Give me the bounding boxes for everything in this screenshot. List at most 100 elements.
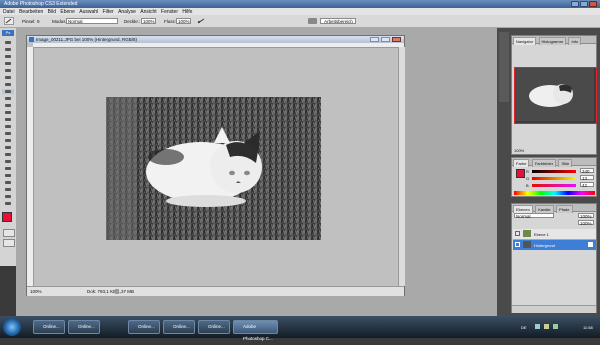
tab-info[interactable]: Info <box>568 37 582 45</box>
notes-tool-icon[interactable] <box>2 180 14 185</box>
layers-panel: Ebenen Kanäle Pfade Normal 100% 100% Ebe… <box>511 203 597 313</box>
brush-tool-icon[interactable] <box>2 89 14 94</box>
navigator-thumbnail[interactable] <box>514 67 597 124</box>
channel-r-slider[interactable] <box>532 170 576 173</box>
path-selection-tool-icon[interactable] <box>2 152 14 157</box>
taskbar-item[interactable]: Online... <box>163 320 195 334</box>
airbrush-icon[interactable] <box>197 18 205 24</box>
close-button[interactable] <box>589 1 597 7</box>
slice-tool-icon[interactable] <box>2 75 14 80</box>
document-zoom[interactable]: 100% <box>30 289 42 294</box>
title-bar: Adobe Photoshop CS3 Extended <box>0 0 600 8</box>
lock-icon <box>588 242 593 247</box>
foreground-color-swatch[interactable] <box>2 212 12 222</box>
doc-maximize-button[interactable] <box>381 37 390 42</box>
layer-visibility-icon[interactable] <box>515 242 520 247</box>
3d-rotate-tool-icon[interactable] <box>2 166 14 171</box>
start-button[interactable] <box>3 318 21 336</box>
fluss-field[interactable]: 100% <box>176 18 191 24</box>
3d-orbit-tool-icon[interactable] <box>2 173 14 178</box>
toolbox: Ps <box>0 28 17 266</box>
tab-navigator[interactable]: Navigator <box>513 37 537 45</box>
tab-stile[interactable]: Stile <box>558 159 573 167</box>
move-tool-icon[interactable] <box>2 40 14 45</box>
pinsel-size[interactable]: 9 <box>37 19 40 24</box>
document-title-bar[interactable]: Image_00211.JPG bei 100% (Hintergrund, R… <box>27 36 404 43</box>
navigator-zoom[interactable]: 100% <box>514 148 524 153</box>
pinsel-label: Pinsel: <box>22 19 36 24</box>
crop-tool-icon[interactable] <box>2 68 14 73</box>
clock[interactable]: 11:58 <box>583 325 593 330</box>
doc-minimize-button[interactable] <box>370 37 379 42</box>
doc-close-button[interactable] <box>392 37 401 42</box>
modus-select[interactable]: Normal <box>66 18 118 24</box>
dodge-tool-icon[interactable] <box>2 131 14 136</box>
hand-tool-icon[interactable] <box>2 194 14 199</box>
color-ramp[interactable] <box>514 191 595 195</box>
layer-name: Ebene 1 <box>534 232 549 237</box>
layer-fill-field[interactable]: 100% <box>578 220 594 226</box>
screen-mode-icon[interactable] <box>3 239 15 247</box>
history-brush-tool-icon[interactable] <box>2 103 14 108</box>
zoom-tool-icon[interactable] <box>2 201 14 206</box>
deckkraft-label: Deckkr.: <box>124 19 141 24</box>
healing-brush-tool-icon[interactable] <box>2 82 14 87</box>
network-icon[interactable] <box>535 324 540 329</box>
tab-kanaele[interactable]: Kanäle <box>535 205 554 213</box>
channel-g-value[interactable]: 13 <box>580 175 594 181</box>
clone-stamp-tool-icon[interactable] <box>2 96 14 101</box>
layer-visibility-icon[interactable] <box>515 231 520 236</box>
lasso-tool-icon[interactable] <box>2 54 14 59</box>
pen-tool-icon[interactable] <box>2 138 14 143</box>
modus-label: Modus: <box>52 19 67 24</box>
workspace-button[interactable]: Arbeitsbereich <box>320 18 356 24</box>
minimize-button[interactable] <box>571 1 579 7</box>
channel-b-value[interactable]: 42 <box>580 182 594 188</box>
status-arrow-icon[interactable] <box>115 289 119 294</box>
taskbar-item[interactable]: Online... <box>198 320 230 334</box>
blend-mode-select[interactable]: Normal <box>514 213 554 219</box>
tab-farbe[interactable]: Farbe <box>513 159 530 167</box>
cat-photo[interactable] <box>106 97 321 240</box>
blur-tool-icon[interactable] <box>2 124 14 129</box>
maximize-button[interactable] <box>580 1 588 7</box>
layer-row[interactable]: Ebene 1 <box>513 229 596 240</box>
tab-ebenen[interactable]: Ebenen <box>513 205 533 213</box>
system-tray: DE 11:58 <box>517 318 600 336</box>
marquee-tool-icon[interactable] <box>2 47 14 52</box>
deckkraft-field[interactable]: 100% <box>141 18 156 24</box>
color-foreground-swatch[interactable] <box>516 169 525 178</box>
navigator-panel: Navigator Histogramm Info 100% <box>511 35 597 155</box>
vertical-scrollbar[interactable] <box>398 47 405 286</box>
channel-g-slider[interactable] <box>532 177 576 180</box>
document-status-bar: 100% Dok: 793,1 KB/1,37 MB <box>27 286 404 296</box>
eraser-tool-icon[interactable] <box>2 110 14 115</box>
quick-selection-tool-icon[interactable] <box>2 61 14 66</box>
tab-histogram[interactable]: Histogramm <box>538 37 567 45</box>
document-info[interactable]: Dok: 793,1 KB/1,37 MB <box>87 289 134 294</box>
taskbar-item[interactable]: Online... <box>68 320 100 334</box>
palette-well-icon[interactable] <box>308 18 317 24</box>
tab-farbfelder[interactable]: Farbfelder <box>531 159 557 167</box>
gradient-tool-icon[interactable] <box>2 117 14 122</box>
document-title: Image_00211.JPG bei 100% (Hintergrund, R… <box>36 37 137 42</box>
brush-tool-preset-icon[interactable] <box>4 17 14 25</box>
eyedropper-tool-icon[interactable] <box>2 187 14 192</box>
tray-icon[interactable] <box>553 324 558 329</box>
type-tool-icon[interactable] <box>2 145 14 150</box>
language-indicator[interactable]: DE <box>521 325 527 330</box>
taskbar-item-photoshop[interactable]: Adobe Photoshop C... <box>233 320 278 341</box>
taskbar-item[interactable]: Online... <box>33 320 65 334</box>
shape-tool-icon[interactable] <box>2 159 14 164</box>
layer-row-selected[interactable]: Hintergrund <box>513 240 596 250</box>
taskbar-item[interactable]: Online... <box>128 320 160 334</box>
layer-opacity-field[interactable]: 100% <box>578 213 594 219</box>
layer-name: Hintergrund <box>534 243 555 248</box>
tab-pfade[interactable]: Pfade <box>556 205 573 213</box>
volume-icon[interactable] <box>544 324 549 329</box>
channel-b-slider[interactable] <box>532 184 576 187</box>
channel-r-value[interactable]: 240 <box>580 168 594 174</box>
layers-tabs: Ebenen Kanäle Pfade <box>512 204 596 213</box>
quick-mask-icon[interactable] <box>3 229 15 237</box>
document-window: Image_00211.JPG bei 100% (Hintergrund, R… <box>26 35 405 296</box>
